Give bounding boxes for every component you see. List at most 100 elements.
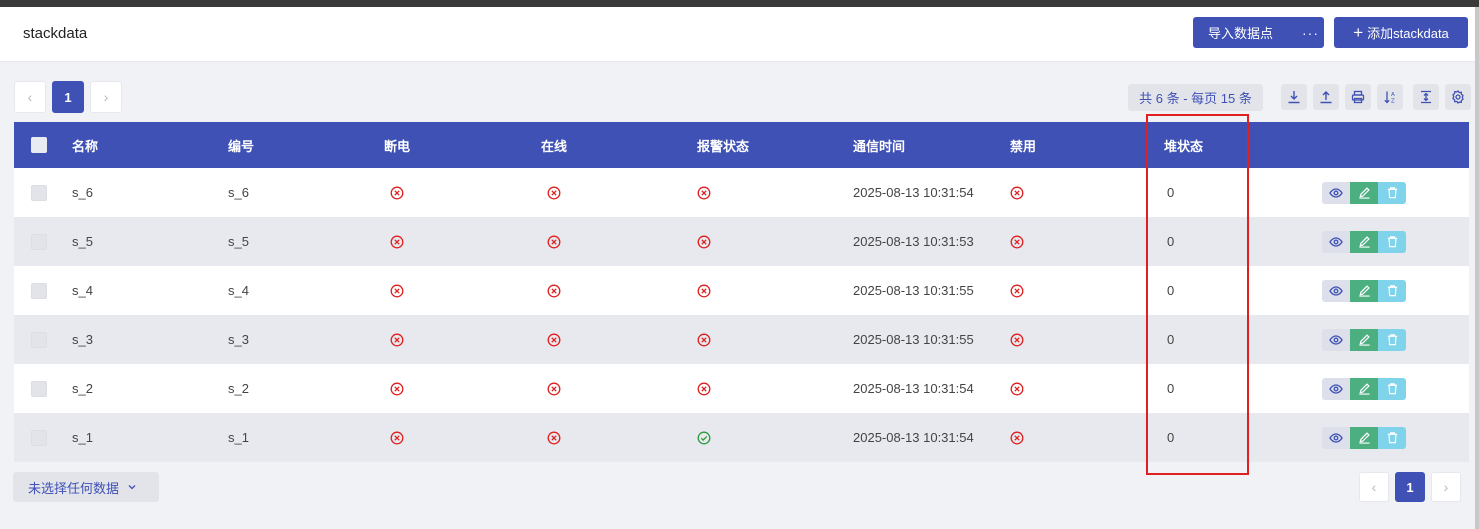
row-select-cell bbox=[31, 413, 47, 462]
selection-dropdown[interactable]: 未选择任何数据 bbox=[13, 472, 159, 502]
cell-comm-time: 2025-08-13 10:31:54 bbox=[853, 430, 974, 445]
x-circle-icon bbox=[1010, 186, 1024, 199]
column-header-comm-time[interactable]: 通信时间 bbox=[853, 122, 905, 168]
table-row[interactable]: s_3 s_3 2025-08-13 10:31:55 0 bbox=[14, 315, 1469, 364]
x-circle-icon bbox=[547, 431, 561, 444]
table-row[interactable]: s_6 s_6 2025-08-13 10:31:54 0 bbox=[14, 168, 1469, 217]
download-button[interactable] bbox=[1281, 84, 1307, 110]
next-page-button[interactable]: › bbox=[90, 81, 122, 113]
sort-button[interactable]: AZ bbox=[1377, 84, 1403, 110]
eye-icon bbox=[1329, 285, 1343, 296]
row-height-button[interactable] bbox=[1413, 84, 1439, 110]
x-circle-icon bbox=[697, 382, 711, 395]
delete-button[interactable] bbox=[1378, 279, 1406, 302]
cell-name: s_2 bbox=[72, 381, 93, 396]
row-checkbox[interactable] bbox=[31, 233, 47, 250]
cell-disabled bbox=[1010, 364, 1024, 413]
x-circle-icon bbox=[1010, 235, 1024, 248]
edit-button[interactable] bbox=[1350, 377, 1378, 400]
view-button[interactable] bbox=[1322, 230, 1350, 253]
row-checkbox[interactable] bbox=[31, 184, 47, 201]
delete-button[interactable] bbox=[1378, 230, 1406, 253]
cell-name: s_3 bbox=[72, 332, 93, 347]
table-row[interactable]: s_2 s_2 2025-08-13 10:31:54 0 bbox=[14, 364, 1469, 413]
cell-code: s_4 bbox=[228, 283, 249, 298]
x-circle-icon bbox=[697, 284, 711, 297]
cell-stack-state: 0 bbox=[1167, 234, 1175, 249]
edit-button[interactable] bbox=[1350, 230, 1378, 253]
column-header-online[interactable]: 在线 bbox=[541, 122, 567, 168]
delete-button[interactable] bbox=[1378, 181, 1406, 204]
row-checkbox[interactable] bbox=[31, 282, 47, 299]
add-stackdata-label: 添加stackdata bbox=[1367, 26, 1449, 41]
more-options-button[interactable]: ··· bbox=[1297, 25, 1324, 41]
prev-page-button[interactable]: ‹ bbox=[14, 81, 46, 113]
delete-button[interactable] bbox=[1378, 377, 1406, 400]
scrollbar[interactable] bbox=[1475, 7, 1479, 529]
eye-icon bbox=[1329, 187, 1343, 198]
table-body: s_6 s_6 2025-08-13 10:31:54 0 s_5 s_5 2025-08-… bbox=[14, 168, 1469, 462]
x-circle-icon bbox=[1010, 431, 1024, 444]
row-actions bbox=[1322, 230, 1406, 253]
trash-icon bbox=[1387, 383, 1397, 395]
bottom-prev-page-button[interactable]: ‹ bbox=[1359, 472, 1389, 502]
delete-button[interactable] bbox=[1378, 426, 1406, 449]
column-header-code[interactable]: 编号 bbox=[228, 122, 254, 168]
settings-button[interactable] bbox=[1445, 84, 1471, 110]
pencil-icon bbox=[1358, 236, 1370, 248]
add-stackdata-button[interactable]: + 添加stackdata bbox=[1334, 17, 1468, 48]
table-header: 名称 编号 断电 在线 报警状态 通信时间 禁用 堆状态 bbox=[14, 122, 1469, 168]
bottom-next-page-button[interactable]: › bbox=[1431, 472, 1461, 502]
view-button[interactable] bbox=[1322, 377, 1350, 400]
x-circle-icon bbox=[697, 186, 711, 199]
table-row[interactable]: s_4 s_4 2025-08-13 10:31:55 0 bbox=[14, 266, 1469, 315]
row-checkbox[interactable] bbox=[31, 331, 47, 348]
cell-power-off bbox=[390, 315, 404, 364]
print-icon bbox=[1351, 90, 1365, 104]
row-checkbox[interactable] bbox=[31, 429, 47, 446]
table-row[interactable]: s_1 s_1 2025-08-13 10:31:54 0 bbox=[14, 413, 1469, 462]
column-header-stack-state[interactable]: 堆状态 bbox=[1164, 122, 1203, 168]
cell-power-off bbox=[390, 413, 404, 462]
view-button[interactable] bbox=[1322, 426, 1350, 449]
cell-actions bbox=[1322, 217, 1406, 266]
column-header-disabled[interactable]: 禁用 bbox=[1010, 122, 1036, 168]
delete-button[interactable] bbox=[1378, 328, 1406, 351]
edit-button[interactable] bbox=[1350, 279, 1378, 302]
page-title: stackdata bbox=[23, 25, 88, 42]
row-checkbox[interactable] bbox=[31, 380, 47, 397]
upload-button[interactable] bbox=[1313, 84, 1339, 110]
bottom-page-1-button[interactable]: 1 bbox=[1395, 472, 1425, 502]
cell-alarm bbox=[697, 168, 711, 217]
cell-actions bbox=[1322, 315, 1406, 364]
pencil-icon bbox=[1358, 334, 1370, 346]
column-header-alarm[interactable]: 报警状态 bbox=[697, 122, 749, 168]
print-button[interactable] bbox=[1345, 84, 1371, 110]
select-all-checkbox[interactable] bbox=[31, 137, 47, 153]
cell-disabled bbox=[1010, 266, 1024, 315]
x-circle-icon bbox=[697, 333, 711, 346]
row-select-cell bbox=[31, 168, 47, 217]
edit-button[interactable] bbox=[1350, 181, 1378, 204]
table-row[interactable]: s_5 s_5 2025-08-13 10:31:53 0 bbox=[14, 217, 1469, 266]
trash-icon bbox=[1387, 285, 1397, 297]
edit-button[interactable] bbox=[1350, 328, 1378, 351]
cell-comm-time: 2025-08-13 10:31:55 bbox=[853, 283, 974, 298]
upload-icon bbox=[1320, 91, 1332, 104]
cell-code: s_6 bbox=[228, 185, 249, 200]
x-circle-icon bbox=[547, 333, 561, 346]
x-circle-icon bbox=[547, 235, 561, 248]
column-header-name[interactable]: 名称 bbox=[72, 122, 98, 168]
edit-button[interactable] bbox=[1350, 426, 1378, 449]
view-button[interactable] bbox=[1322, 328, 1350, 351]
cell-stack-state: 0 bbox=[1167, 430, 1175, 445]
view-button[interactable] bbox=[1322, 279, 1350, 302]
import-data-button[interactable]: 导入数据点 bbox=[1193, 23, 1297, 42]
x-circle-icon bbox=[697, 235, 711, 248]
page-1-button[interactable]: 1 bbox=[52, 81, 84, 113]
view-button[interactable] bbox=[1322, 181, 1350, 204]
cell-name: s_5 bbox=[72, 234, 93, 249]
cell-power-off bbox=[390, 168, 404, 217]
column-header-power-off[interactable]: 断电 bbox=[384, 122, 410, 168]
cell-power-off bbox=[390, 217, 404, 266]
